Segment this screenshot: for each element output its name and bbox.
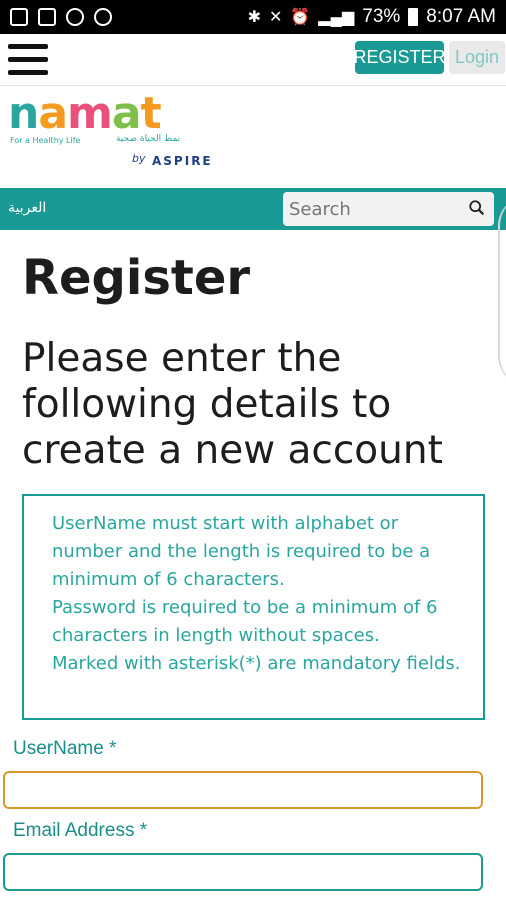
- page-title: Register: [22, 250, 251, 306]
- status-right: ✱ ✕ ⏰ ▂▄▆ 73% 8:07 AM: [248, 6, 496, 28]
- logo-arabic: نمط الحياة صحية: [116, 134, 181, 144]
- nav-bar: العربية: [0, 188, 506, 230]
- logo-by: by: [132, 152, 146, 165]
- signal-icon: ▂▄▆: [318, 9, 355, 26]
- logo-wordmark: namat: [8, 88, 162, 139]
- gallery-icon: [38, 8, 56, 26]
- aspire-brand: ASPIRE: [152, 154, 213, 168]
- clock: 8:07 AM: [426, 6, 496, 27]
- email-label: Email Address *: [13, 820, 148, 841]
- status-left-icons: [10, 8, 112, 26]
- instagram-icon: [66, 8, 84, 26]
- rule-mandatory: Marked with asterisk(*) are mandatory fi…: [52, 653, 461, 674]
- status-bar: ✱ ✕ ⏰ ▂▄▆ 73% 8:07 AM: [0, 0, 506, 34]
- search-input[interactable]: [289, 198, 459, 220]
- mute-icon: ✕: [268, 9, 283, 26]
- logo-tagline: For a Healthy Life: [10, 136, 81, 145]
- username-input[interactable]: [5, 773, 481, 807]
- search-box: [283, 192, 494, 226]
- battery-percent: 73%: [362, 6, 401, 27]
- email-input[interactable]: [5, 855, 481, 889]
- login-button[interactable]: Login: [449, 41, 505, 74]
- search-icon[interactable]: [468, 199, 486, 217]
- photo-icon: [10, 8, 28, 26]
- scroll-edge: [498, 196, 506, 386]
- registration-rules-box: UserName must start with alphabet or num…: [22, 494, 485, 720]
- language-link[interactable]: العربية: [8, 200, 46, 216]
- username-field: [3, 771, 483, 809]
- username-label: UserName *: [13, 738, 117, 759]
- namat-logo[interactable]: namat For a Healthy Life نمط الحياة صحية…: [8, 88, 228, 180]
- battery-icon: [408, 8, 419, 26]
- bluetooth-icon: ✱: [247, 9, 261, 26]
- no-sim-icon: [94, 8, 112, 26]
- alarm-icon: ⏰: [290, 9, 311, 26]
- email-field: [3, 853, 483, 891]
- rule-username: UserName must start with alphabet or num…: [52, 513, 431, 590]
- register-button[interactable]: REGISTER: [354, 41, 446, 74]
- menu-icon[interactable]: [8, 44, 48, 76]
- rule-password: Password is required to be a minimum of …: [52, 597, 438, 646]
- app-header: REGISTER Login: [0, 34, 506, 86]
- page-subtitle: Please enter the following details to cr…: [22, 336, 443, 473]
